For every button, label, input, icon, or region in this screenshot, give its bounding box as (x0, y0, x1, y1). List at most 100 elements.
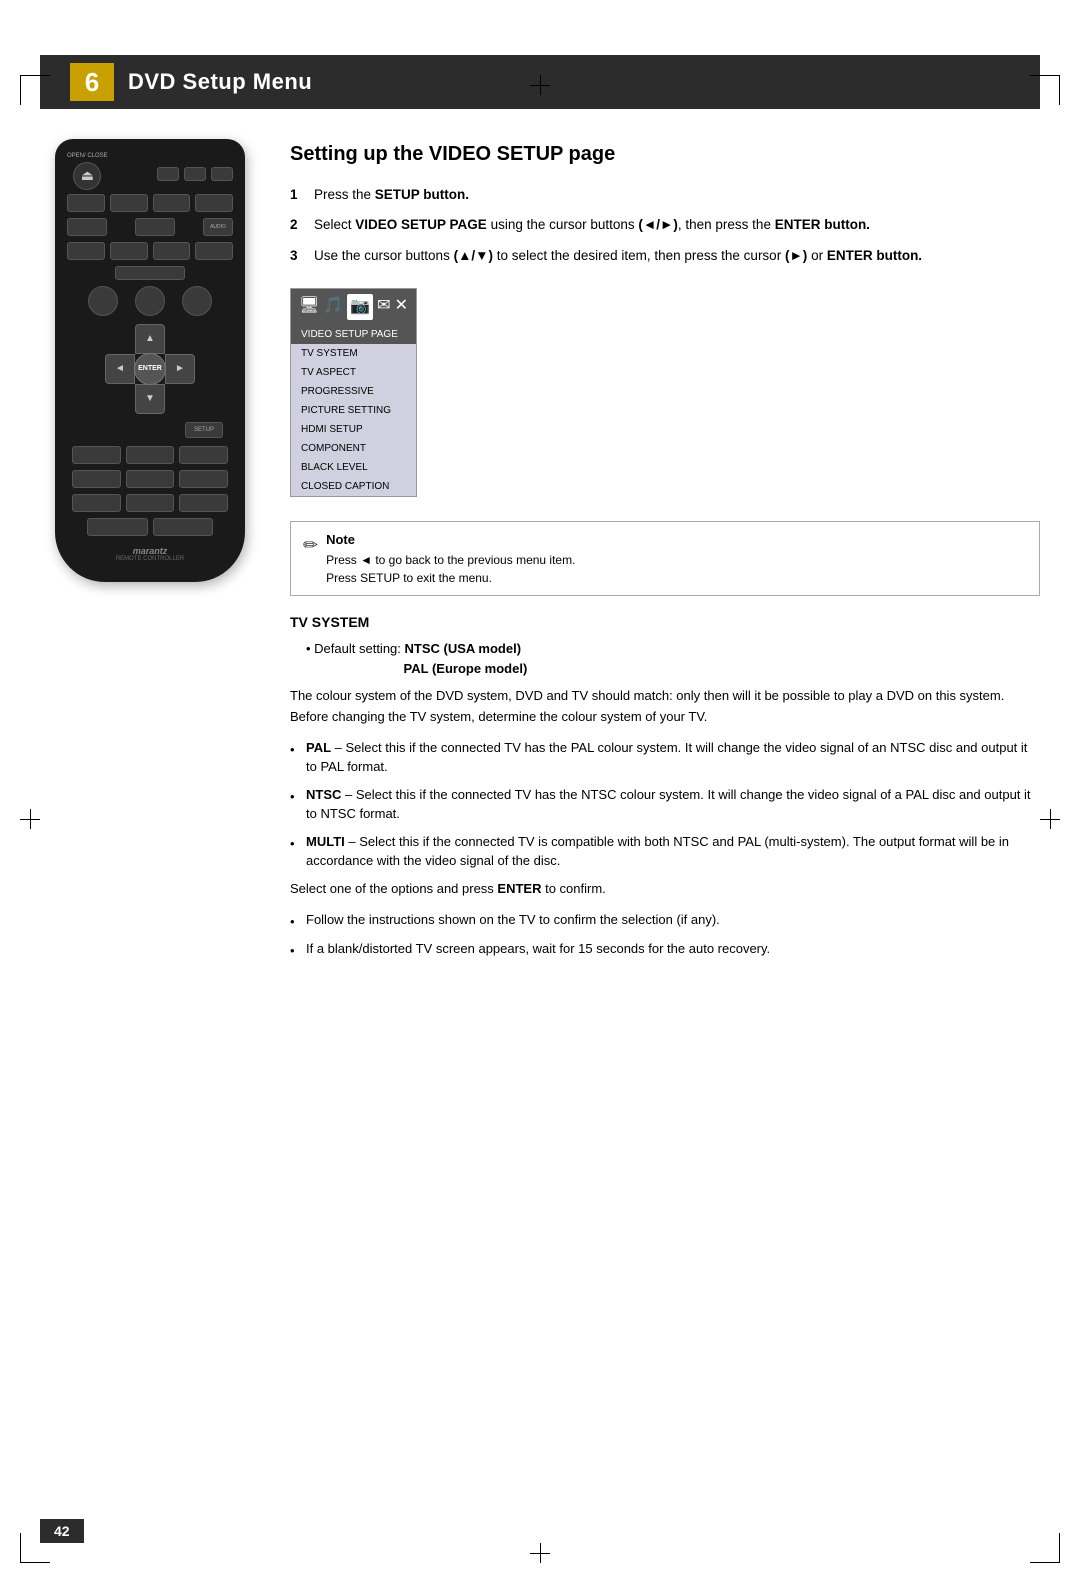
note-content: Note Press ◄ to go back to the previous … (326, 530, 575, 588)
default-ntsc: NTSC (USA model) (405, 641, 522, 656)
confirm-text: Select one of the options and press ENTE… (290, 879, 1040, 900)
dpad-up[interactable]: ▲ (135, 324, 165, 354)
follow-text-2: If a blank/distorted TV screen appears, … (306, 939, 770, 961)
step-1-text: Press the SETUP button. (314, 185, 469, 205)
btn-l4-1[interactable] (87, 518, 148, 536)
menu-item-video-setup: VIDEO SETUP PAGE (291, 325, 416, 344)
dpad-right[interactable]: ► (165, 354, 195, 384)
menu-item-caption: CLOSED CAPTION (291, 477, 416, 496)
setup-menu-image: 🖥 🎵 📷 ✉ ✕ VIDEO SETUP PAGE TV SYSTEM TV … (290, 288, 417, 497)
default-setting: • Default setting: NTSC (USA model) PAL … (290, 639, 1040, 678)
crop-mark-tr (1030, 75, 1060, 105)
step-2-num: 2 (290, 215, 304, 235)
right-content: Setting up the VIDEO SETUP page 1 Press … (290, 139, 1040, 969)
steps-list: 1 Press the SETUP button. 2 Select VIDEO… (290, 185, 1040, 266)
setup-button[interactable]: SETUP (185, 422, 223, 438)
btn-r4-4[interactable] (195, 242, 233, 260)
menu-icons-row: 🖥 🎵 📷 ✉ ✕ (291, 289, 416, 325)
step-3-text: Use the cursor buttons (▲/▼) to select t… (314, 246, 922, 266)
btn-r4-3[interactable] (153, 242, 191, 260)
menu-icon-audio: 🎵 (323, 294, 343, 320)
btn-l2-3[interactable] (179, 470, 228, 488)
tv-system-title: TV SYSTEM (290, 612, 1040, 633)
btn-r2-3[interactable] (153, 194, 191, 212)
setup-btn-row: SETUP (67, 422, 233, 438)
bullet-dot-f1: • (290, 912, 298, 932)
cross-mark-tc (530, 75, 550, 95)
btn-l3-1[interactable] (72, 494, 121, 512)
btn-l1-3[interactable] (179, 446, 228, 464)
bullet-dot-multi: • (290, 834, 298, 871)
btn-l2-1[interactable] (72, 470, 121, 488)
btn-r2-2[interactable] (110, 194, 148, 212)
dpad-down[interactable]: ▼ (135, 384, 165, 414)
remote-top-row: OPEN/ CLOSE ⏏ (67, 153, 233, 190)
menu-item-tv-system: TV SYSTEM (291, 344, 416, 363)
menu-item-hdmi: HDMI SETUP (291, 420, 416, 439)
menu-icon-tv: 🖥 (299, 294, 319, 320)
btn-r2-4[interactable] (195, 194, 233, 212)
remote-lower-row-4 (67, 518, 233, 536)
menu-item-black: BLACK LEVEL (291, 458, 416, 477)
round-btn-3[interactable] (182, 286, 212, 316)
menu-item-component: COMPONENT (291, 439, 416, 458)
default-pal: PAL (Europe model) (404, 661, 528, 676)
round-btn-1[interactable] (88, 286, 118, 316)
bullet-pal-text: PAL – Select this if the connected TV ha… (306, 738, 1040, 777)
remote-row-3: AUDIO (67, 218, 233, 236)
tv-system-body: The colour system of the DVD system, DVD… (290, 686, 1040, 728)
bullet-dot-pal: • (290, 740, 298, 777)
follow-bullet-1: • Follow the instructions shown on the T… (290, 910, 1040, 932)
btn-l1-1[interactable] (72, 446, 121, 464)
note-line-2: Press SETUP to exit the menu. (326, 569, 575, 587)
wide-btn[interactable] (115, 266, 185, 280)
note-box: ✏ Note Press ◄ to go back to the previou… (290, 521, 1040, 597)
btn-l1-2[interactable] (126, 446, 175, 464)
step-1: 1 Press the SETUP button. (290, 185, 1040, 205)
remote-lower-row-2 (67, 470, 233, 488)
note-line-1: Press ◄ to go back to the previous menu … (326, 551, 575, 569)
page-number: 42 (40, 1519, 84, 1543)
step-3-num: 3 (290, 246, 304, 266)
crop-mark-tl (20, 75, 50, 105)
remote-round-row (67, 286, 233, 316)
top-btn-3[interactable] (211, 167, 233, 181)
follow-bullet-2: • If a blank/distorted TV screen appears… (290, 939, 1040, 961)
section-title: Setting up the VIDEO SETUP page (290, 139, 1040, 169)
step-1-num: 1 (290, 185, 304, 205)
top-btn-2[interactable] (184, 167, 206, 181)
btn-r4-1[interactable] (67, 242, 105, 260)
remote-row-5 (67, 266, 233, 280)
chapter-number: 6 (70, 63, 114, 101)
btn-l3-3[interactable] (179, 494, 228, 512)
dpad-container: ▲ ▼ ◄ ► ENTER (67, 324, 233, 414)
step-3: 3 Use the cursor buttons (▲/▼) to select… (290, 246, 1040, 266)
default-label: Default setting: (314, 641, 404, 656)
btn-r4-2[interactable] (110, 242, 148, 260)
btn-l2-2[interactable] (126, 470, 175, 488)
btn-r3-2[interactable] (135, 218, 175, 236)
eject-button[interactable]: ⏏ (73, 162, 101, 190)
main-content: OPEN/ CLOSE ⏏ (0, 109, 1080, 1009)
remote-row-2 (67, 194, 233, 212)
step-2-text: Select VIDEO SETUP PAGE using the cursor… (314, 215, 870, 235)
bullet-ntsc: • NTSC – Select this if the connected TV… (290, 785, 1040, 824)
btn-r2-1[interactable] (67, 194, 105, 212)
bullet-dot-f2: • (290, 941, 298, 961)
bullet-dot-ntsc: • (290, 787, 298, 824)
cross-mark-rc (1040, 809, 1060, 829)
btn-r3-1[interactable] (67, 218, 107, 236)
top-btn-1[interactable] (157, 167, 179, 181)
audio-button[interactable]: AUDIO (203, 218, 233, 236)
bullet-pal: • PAL – Select this if the connected TV … (290, 738, 1040, 777)
btn-l3-2[interactable] (126, 494, 175, 512)
menu-item-picture: PICTURE SETTING (291, 401, 416, 420)
setup-label: SETUP (194, 427, 214, 433)
dpad-left[interactable]: ◄ (105, 354, 135, 384)
bullet-multi: • MULTI – Select this if the connected T… (290, 832, 1040, 871)
open-close-section: OPEN/ CLOSE ⏏ (67, 153, 108, 190)
enter-button[interactable]: ENTER (134, 353, 166, 385)
btn-l4-2[interactable] (153, 518, 214, 536)
round-btn-2[interactable] (135, 286, 165, 316)
dpad: ▲ ▼ ◄ ► ENTER (105, 324, 195, 414)
